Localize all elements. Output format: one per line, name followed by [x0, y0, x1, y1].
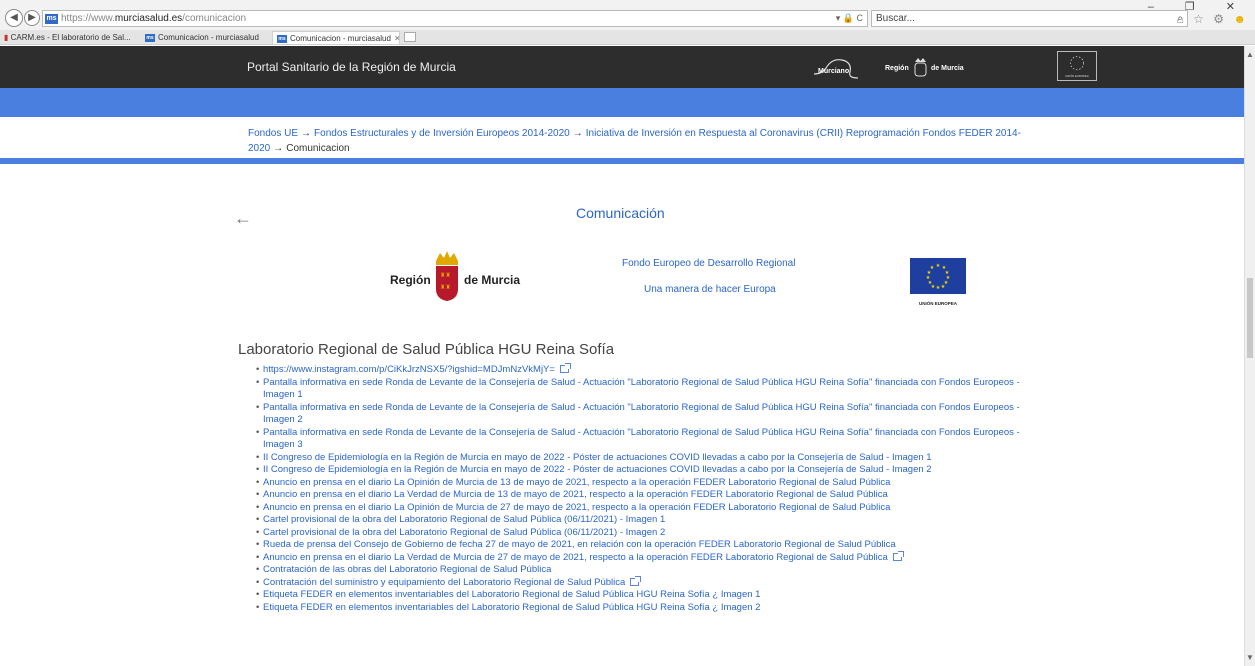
new-tab-button[interactable]: [404, 32, 416, 42]
list-item: Pantalla informativa en sede Ronda de Le…: [256, 377, 1026, 402]
tab-strip: ▮ CARM.es - El laboratorio de Sal... ms C…: [0, 30, 1255, 45]
communication-link[interactable]: Contratación del suministro y equipamien…: [263, 577, 625, 588]
close-icon[interactable]: ✕: [394, 34, 399, 43]
address-bar[interactable]: ms https://www.murciasalud.es/comunicacio…: [42, 10, 868, 27]
list-item: Etiqueta FEDER en elementos inventariabl…: [256, 589, 1026, 602]
list-item: Anuncio en prensa en el diario La Opinió…: [256, 477, 1026, 490]
manera-europa-text: Una manera de hacer Europa: [644, 284, 776, 295]
tab-carm[interactable]: ▮ CARM.es - El laboratorio de Sal...: [2, 31, 140, 44]
svg-text:de Murcia: de Murcia: [464, 273, 520, 287]
communication-link[interactable]: Anuncio en prensa en el diario La Verdad…: [263, 489, 888, 500]
tab-comunicacion-1[interactable]: ms Comunicacion - murciasalud: [141, 31, 266, 44]
external-link-icon[interactable]: [559, 363, 571, 373]
tab-label: Comunicacion - murciasalud: [158, 33, 259, 42]
list-item: Pantalla informativa en sede Ronda de Le…: [256, 427, 1026, 452]
eu-flag-logo: ★ ★★ ★★★ ★★★ ★★★ UNIÓN EUROPEA: [910, 258, 966, 306]
communication-link[interactable]: Etiqueta FEDER en elementos inventariabl…: [263, 589, 760, 600]
fondo-europeo-text: Fondo Europeo de Desarrollo Regional: [622, 258, 796, 269]
browser-toolbar: ◀ ▶ ms https://www.murciasalud.es/comunic…: [0, 0, 1255, 30]
svg-text:de Murcia: de Murcia: [931, 65, 964, 72]
communication-link[interactable]: Cartel provisional de la obra del Labora…: [263, 527, 665, 538]
communication-link[interactable]: II Congreso de Epidemiología en la Regió…: [263, 452, 932, 463]
search-placeholder: Buscar...: [876, 13, 915, 24]
breadcrumb-current: Comunicacion: [286, 143, 350, 154]
browser-search-input[interactable]: Buscar... ⌕: [871, 10, 1188, 27]
svg-text:★: ★: [941, 284, 946, 290]
page-scrollbar[interactable]: ▲ ▼: [1244, 46, 1255, 666]
list-item: Anuncio en prensa en el diario La Opinió…: [256, 502, 1026, 515]
communication-link[interactable]: Etiqueta FEDER en elementos inventariabl…: [263, 602, 760, 613]
breadcrumb-fondos-ue[interactable]: Fondos UE: [248, 128, 298, 139]
list-item: Anuncio en prensa en el diario La Verdad…: [256, 489, 1026, 502]
site-favicon-icon: ms: [45, 13, 58, 24]
communication-link[interactable]: Anuncio en prensa en el diario La Opinió…: [263, 502, 890, 513]
communication-link[interactable]: Pantalla informativa en sede Ronda de Le…: [263, 377, 1020, 401]
communication-link-list: https://www.instagram.com/p/CiKkJrzNSX5/…: [256, 363, 1026, 615]
tab-comunicacion-active[interactable]: ms Comunicacion - murciasalud ✕: [272, 31, 400, 44]
external-link-icon[interactable]: [892, 550, 904, 561]
svg-text:★: ★: [930, 265, 935, 271]
forward-button[interactable]: ▶: [24, 10, 40, 26]
svg-text:Región: Región: [885, 65, 909, 72]
communication-link[interactable]: Pantalla informativa en sede Ronda de Le…: [263, 427, 1020, 451]
breadcrumb: Fondos UE → Fondos Estructurales y de Inve…: [248, 126, 1038, 156]
communication-link[interactable]: Contratación de las obras del Laboratori…: [263, 564, 551, 575]
external-link-icon[interactable]: [630, 575, 642, 586]
tab-label: CARM.es - El laboratorio de Sal...: [10, 33, 131, 42]
eu-flag-logo: UNIÓN EUROPEA: [1057, 51, 1097, 81]
scroll-down-icon[interactable]: ▼: [1246, 653, 1254, 662]
svg-text:★: ★: [936, 285, 941, 291]
page-title: Comunicación: [576, 205, 665, 221]
servicio-murciano-salud-logo[interactable]: Murciano: [812, 54, 866, 82]
region-de-murcia-logo: Región ♜♜ ♜♜ de Murcia: [390, 251, 520, 301]
site-header: Portal Sanitario de la Región de Murcia …: [0, 46, 1244, 88]
communication-link[interactable]: Anuncio en prensa en el diario La Verdad…: [263, 552, 888, 563]
breadcrumb-separator: →: [572, 128, 583, 139]
scroll-up-icon[interactable]: ▲: [1246, 50, 1254, 59]
browser-tool-icons[interactable]: ⌂ ☆ ⚙ ☻: [1177, 12, 1249, 26]
scroll-thumb[interactable]: [1247, 278, 1253, 358]
address-bar-icons[interactable]: ▾ 🔒 C: [836, 11, 863, 26]
main-navigation-band[interactable]: [0, 88, 1244, 117]
site-title[interactable]: Portal Sanitario de la Región de Murcia: [247, 60, 456, 74]
communication-link[interactable]: Rueda de prensa del Consejo de Gobierno …: [263, 539, 896, 550]
list-item: II Congreso de Epidemiología en la Regió…: [256, 452, 1026, 465]
communication-link[interactable]: https://www.instagram.com/p/CiKkJrzNSX5/…: [263, 364, 555, 375]
section-title: Laboratorio Regional de Salud Pública HG…: [238, 341, 615, 358]
list-item: Rueda de prensa del Consejo de Gobierno …: [256, 539, 1026, 552]
breadcrumb-separator: →: [273, 143, 284, 154]
carm-favicon-icon: ▮: [4, 33, 9, 42]
breadcrumb-fondos-estructurales[interactable]: Fondos Estructurales y de Inversión Euro…: [314, 128, 570, 139]
divider: [0, 158, 1244, 164]
tab-label: Comunicacion - murciasalud: [290, 34, 391, 43]
svg-text:♜♜: ♜♜: [440, 284, 451, 291]
svg-text:★: ★: [936, 263, 941, 269]
communication-link[interactable]: Pantalla informativa en sede Ronda de Le…: [263, 402, 1020, 426]
svg-text:Murciano: Murciano: [818, 68, 849, 75]
url-text: https://www.murciasalud.es/comunicacion: [61, 13, 247, 24]
back-button[interactable]: ◀: [5, 9, 23, 27]
communication-link[interactable]: Cartel provisional de la obra del Labora…: [263, 514, 665, 525]
list-item: Etiqueta FEDER en elementos inventariabl…: [256, 602, 1026, 615]
site-favicon-icon: ms: [277, 34, 287, 43]
feedback-smiley-icon[interactable]: ☻: [1233, 12, 1249, 26]
list-item: Contratación del suministro y equipamien…: [256, 575, 1026, 590]
list-item: Cartel provisional de la obra del Labora…: [256, 527, 1026, 540]
list-item: Pantalla informativa en sede Ronda de Le…: [256, 402, 1026, 427]
svg-text:UNIÓN EUROPEA: UNIÓN EUROPEA: [919, 299, 958, 306]
site-favicon-icon: ms: [145, 33, 155, 42]
list-item: II Congreso de Epidemiología en la Regió…: [256, 464, 1026, 477]
svg-text:UNIÓN EUROPEA: UNIÓN EUROPEA: [1065, 73, 1089, 78]
svg-text:Región: Región: [390, 273, 431, 287]
list-item: Anuncio en prensa en el diario La Verdad…: [256, 550, 1026, 565]
breadcrumb-separator: →: [301, 128, 312, 139]
communication-link[interactable]: II Congreso de Epidemiología en la Regió…: [263, 464, 932, 475]
list-item: Cartel provisional de la obra del Labora…: [256, 514, 1026, 527]
svg-text:♜♜: ♜♜: [440, 272, 451, 279]
region-de-murcia-logo[interactable]: Región de Murcia: [885, 55, 985, 81]
back-arrow-icon[interactable]: ←: [234, 208, 252, 229]
list-item: https://www.instagram.com/p/CiKkJrzNSX5/…: [256, 363, 1026, 377]
communication-link[interactable]: Anuncio en prensa en el diario La Opinió…: [263, 477, 890, 488]
home-star-gear-icon[interactable]: ⌂ ☆ ⚙: [1177, 12, 1227, 26]
